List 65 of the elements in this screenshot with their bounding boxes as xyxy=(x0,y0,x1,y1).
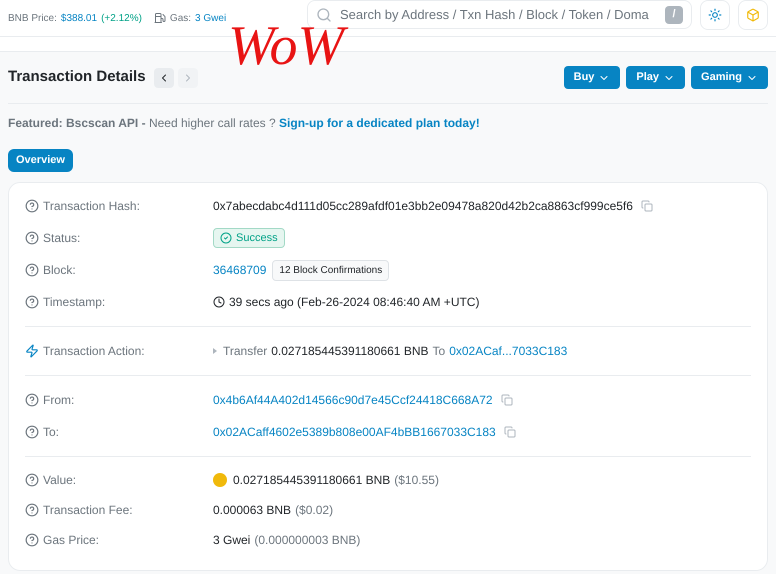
fiat-value: (0.000000003 BNB) xyxy=(254,532,360,549)
fuel-icon xyxy=(154,12,166,24)
help-icon xyxy=(25,393,39,407)
check-icon xyxy=(220,232,232,244)
copy-icon[interactable] xyxy=(500,394,513,406)
field-label: Timestamp: xyxy=(43,294,106,311)
price-link[interactable]: $388.01 xyxy=(60,10,98,26)
lightning-icon xyxy=(25,344,39,358)
field-label: Transaction Fee: xyxy=(43,502,133,519)
menu-button[interactable]: Buy xyxy=(564,66,620,89)
help-icon xyxy=(25,263,39,277)
sun-icon xyxy=(708,8,722,22)
theme-button[interactable] xyxy=(700,0,730,30)
help-icon xyxy=(25,503,39,517)
caret-icon xyxy=(213,348,217,354)
address-link[interactable]: 0x02ACaf...7033C183 xyxy=(449,342,568,360)
help-icon xyxy=(25,533,39,547)
timestamp-text: 39 secs ago (Feb-26-2024 08:46:40 AM +UTC) xyxy=(229,294,480,311)
action-to-label: To xyxy=(432,343,446,360)
previous-button[interactable] xyxy=(154,68,174,88)
help-icon xyxy=(25,199,39,213)
shortcut-key: / xyxy=(665,6,683,24)
price-change: (+2.12%) xyxy=(101,12,142,26)
transaction-hash: 0x7abecdabc4d111d05cc289afdf01e3bb2e09478a820d42b2ca8863cf999ce5f6 xyxy=(213,198,633,215)
fiat-value: ($0.02) xyxy=(295,502,334,519)
amount-text: 3 Gwei xyxy=(213,532,250,549)
help-icon xyxy=(25,425,39,439)
action-verb: Transfer xyxy=(223,343,268,360)
confirmations-badge: 12 Block Confirmations xyxy=(272,260,390,280)
gas-link[interactable]: 3 Gwei xyxy=(195,10,226,26)
clock-icon xyxy=(213,296,225,308)
field-label: Transaction Action: xyxy=(43,343,145,360)
field-label: To: xyxy=(43,424,60,441)
help-icon xyxy=(25,231,39,245)
search-input[interactable]: Search by Address / Txn Hash / Block / Token / Doma xyxy=(340,4,657,24)
tab[interactable]: Overview xyxy=(8,149,73,172)
menu-button[interactable]: Gaming xyxy=(691,66,768,89)
field-label: Transaction Hash: xyxy=(43,198,140,215)
fiat-value: ($10.55) xyxy=(394,472,439,489)
help-icon xyxy=(25,473,39,487)
network-button[interactable] xyxy=(738,0,768,30)
help-icon xyxy=(25,295,39,309)
field-label: Block: xyxy=(43,262,76,279)
coin-icon xyxy=(213,473,227,487)
field-label: Status: xyxy=(43,230,80,247)
copy-icon[interactable] xyxy=(504,426,516,438)
menu-button[interactable]: Play xyxy=(626,66,686,89)
status-badge: Success xyxy=(213,228,285,248)
address-link[interactable]: 0x02ACaff4602e5389b808e00AF4bBB1667033C183 xyxy=(213,423,496,441)
page-title: Transaction Details xyxy=(8,67,146,88)
signup-link[interactable]: Sign-up for a dedicated plan today! xyxy=(279,116,480,130)
block-link[interactable]: 36468709 xyxy=(213,261,266,279)
copy-icon[interactable] xyxy=(640,200,653,212)
cube-icon xyxy=(746,8,760,22)
gas-label: Gas: xyxy=(170,12,192,26)
field-label: From: xyxy=(43,392,74,409)
value-amount: 0.027185445391180661 BNB xyxy=(233,472,390,489)
address-link[interactable]: 0x4b6Af44A402d14566c90d7e45Ccf24418C668A72 xyxy=(213,391,493,409)
field-label: Value: xyxy=(43,472,76,489)
price-label: BNB Price: xyxy=(8,12,57,26)
amount-text: 0.000063 BNB xyxy=(213,502,292,519)
search-icon xyxy=(316,6,332,22)
field-label: Gas Price: xyxy=(43,532,100,549)
featured-text: Featured: Bscscan API - Need higher call rates ? Sign-up for a dedicated plan today! xyxy=(8,115,481,132)
action-amount: 0.027185445391180661 BNB xyxy=(271,343,428,360)
